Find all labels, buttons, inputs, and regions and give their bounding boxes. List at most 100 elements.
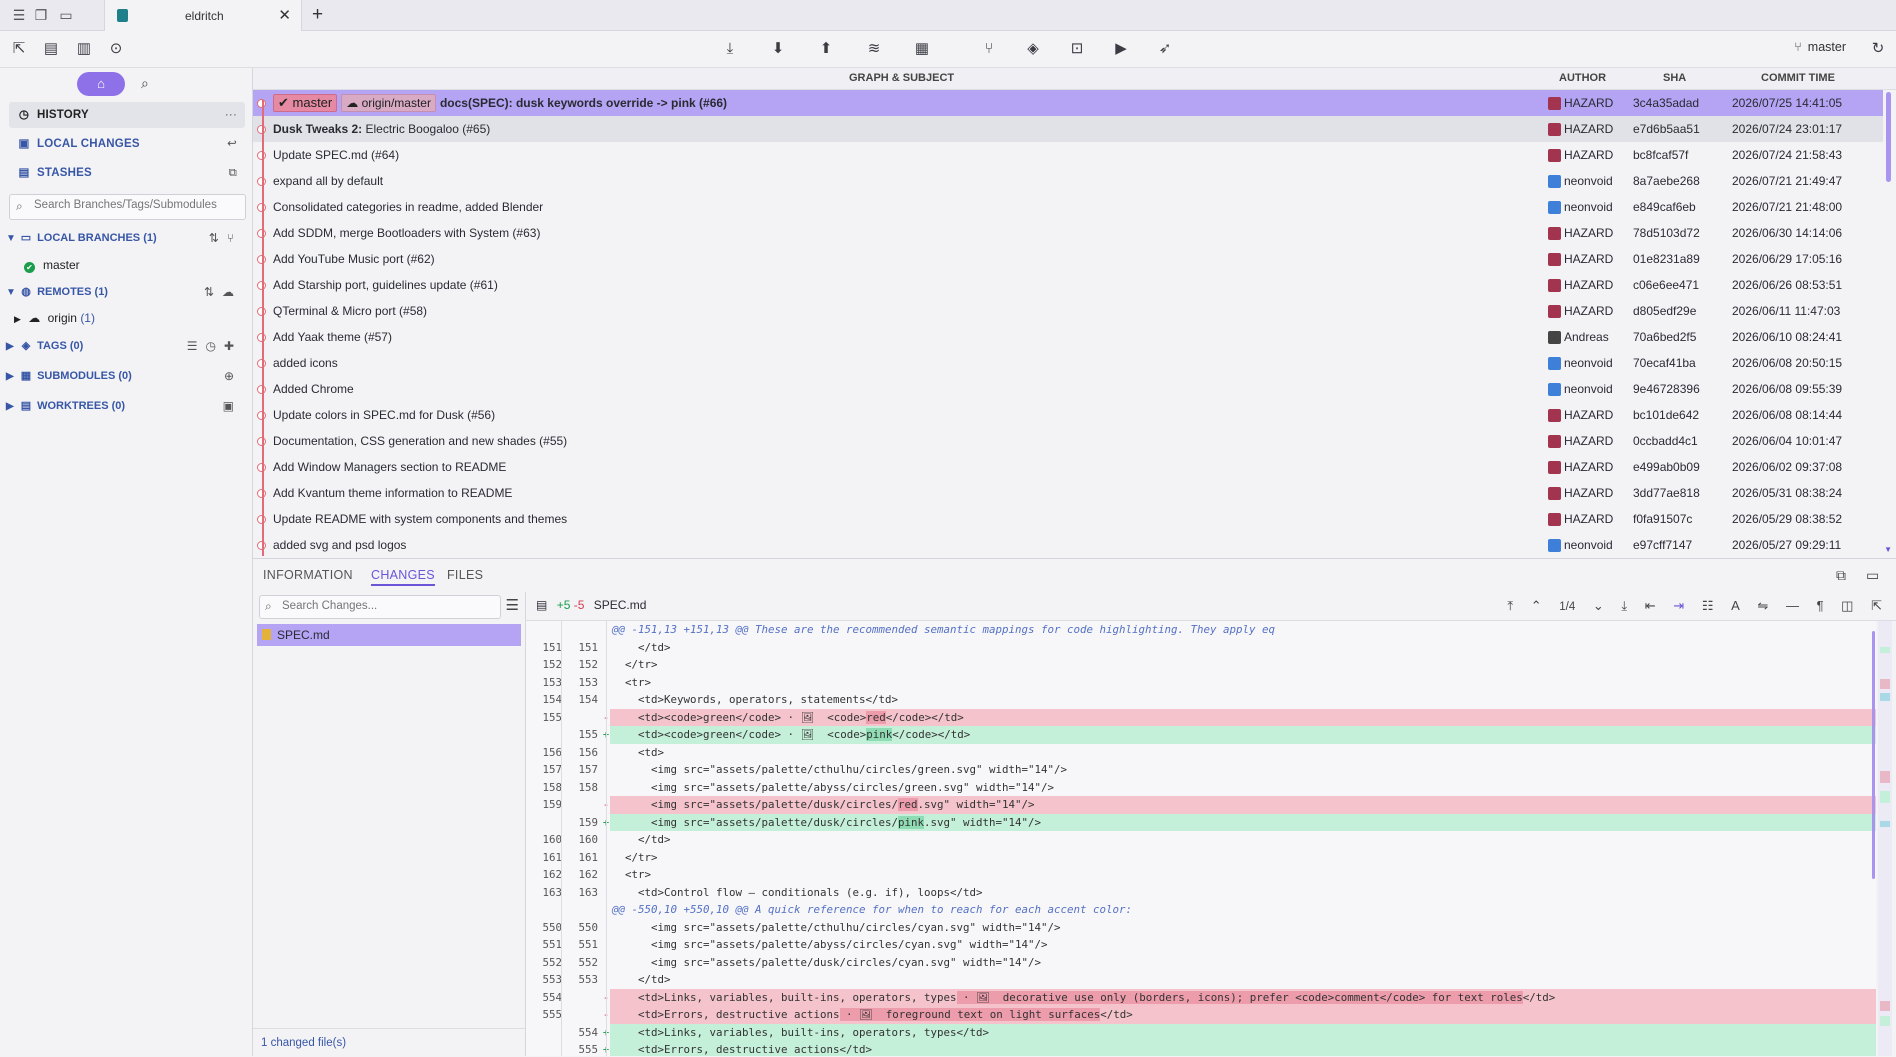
tab-eldritch[interactable]: eldritch ✕ xyxy=(104,0,302,31)
nav-history[interactable]: ◷ HISTORY ··· xyxy=(9,102,245,128)
run-icon[interactable]: ▶ xyxy=(1111,39,1131,59)
current-branch[interactable]: ⑂ master xyxy=(1794,40,1846,54)
section-worktrees[interactable]: ▶ ▤ WORKTREES (0) ▣ xyxy=(6,395,246,417)
commit-row[interactable]: Add Window Managers section to README HAZ… xyxy=(253,454,1883,480)
commit-row[interactable]: Update SPEC.md (#64) HAZARD bc8fcaf57f 2026… xyxy=(253,142,1883,168)
branch-master[interactable]: ✔ master xyxy=(24,258,80,273)
statistics-icon[interactable]: ▥ xyxy=(74,39,94,59)
fetch-icon[interactable]: ⤓ xyxy=(720,39,740,59)
commit-row[interactable]: expand all by default neonvoid 8a7aebe268 2… xyxy=(253,168,1883,194)
panel-icon[interactable]: ▭ xyxy=(1866,567,1879,584)
column-sha[interactable]: SHA xyxy=(1663,72,1686,84)
ref-local-branch[interactable]: ✔ master xyxy=(273,94,338,112)
word-diff-icon[interactable]: ⇋ xyxy=(1757,598,1768,614)
commit-row[interactable]: Add Yaak theme (#57) Andreas 70a6bed2f5 202… xyxy=(253,324,1883,350)
section-local-branches[interactable]: ▼ ▭ LOCAL BRANCHES (1) ⇅⑂ xyxy=(6,227,246,249)
stash-icon[interactable]: ≋ xyxy=(864,39,884,59)
commit-row[interactable]: added svg and psd logos neonvoid e97cff714… xyxy=(253,532,1883,556)
section-remotes[interactable]: ▼ ◍ REMOTES (1) ⇅☁ xyxy=(6,281,246,303)
apply-icon[interactable]: ▦ xyxy=(912,39,932,59)
diff-minimap[interactable] xyxy=(1878,621,1892,1056)
commit-row[interactable]: Consolidated categories in readme, added… xyxy=(253,194,1883,220)
sort-icon[interactable]: ⇅ xyxy=(209,231,227,245)
commit-row[interactable]: Documentation, CSS generation and new sh… xyxy=(253,428,1883,454)
last-change-icon[interactable]: ⤓ xyxy=(1621,598,1627,614)
search-commit-icon[interactable]: ⊡ xyxy=(1067,39,1087,59)
commit-scrollbar[interactable] xyxy=(1886,92,1891,182)
column-graph-subject[interactable]: GRAPH & SUBJECT xyxy=(849,72,954,84)
side-by-side-icon[interactable]: ◫ xyxy=(1841,598,1853,614)
commit-row[interactable]: ✔ master ☁ origin/master docs(SPEC): dusk … xyxy=(253,90,1883,116)
nav-local-changes[interactable]: ▣ LOCAL CHANGES ↩ xyxy=(9,131,245,157)
branch-icon[interactable]: ⑂ xyxy=(979,39,999,59)
launch-icon[interactable]: ➶ xyxy=(1155,39,1175,59)
sync-icon[interactable]: ↻ xyxy=(1868,39,1888,59)
add-tag-icon[interactable]: ✚ xyxy=(224,339,242,353)
stash-action-icon[interactable]: ⧉ xyxy=(229,160,237,186)
paragraph-icon[interactable]: ¶ xyxy=(1817,598,1824,613)
discard-icon[interactable]: ↩ xyxy=(227,131,237,157)
next-change-icon[interactable]: ⌄ xyxy=(1593,598,1604,614)
add-remote-icon[interactable]: ☁ xyxy=(222,285,242,299)
terminal-icon[interactable]: ▤ xyxy=(41,39,61,59)
commit-row[interactable]: Update README with system components and… xyxy=(253,506,1883,532)
tab-changes[interactable]: CHANGES xyxy=(371,568,435,586)
menu-icon[interactable]: ☰ xyxy=(11,7,27,23)
branch-search[interactable]: ⌕ xyxy=(9,194,246,220)
section-tags[interactable]: ▶ ◈ TAGS (0) ☰◷✚ xyxy=(6,335,246,357)
commit-row[interactable]: Add SDDM, merge Bootloaders with System … xyxy=(253,220,1883,246)
commit-row[interactable]: Add Starship port, guidelines update (#6… xyxy=(253,272,1883,298)
changes-search[interactable]: ⌕ xyxy=(259,595,501,619)
nav-stashes[interactable]: ▤ STASHES ⧉ xyxy=(9,160,245,186)
tag-icon[interactable]: ◈ xyxy=(1023,39,1043,59)
changed-file-item[interactable]: SPEC.md xyxy=(257,624,521,646)
settings-icon[interactable]: ⊙ xyxy=(106,39,126,59)
column-author[interactable]: AUTHOR xyxy=(1559,72,1606,84)
section-submodules[interactable]: ▶ ▦ SUBMODULES (0) ⊕ xyxy=(6,365,246,387)
commit-row[interactable]: Add YouTube Music port (#62) HAZARD 01e823… xyxy=(253,246,1883,272)
tab-information[interactable]: INFORMATION xyxy=(263,568,353,582)
scroll-down-icon[interactable]: ▼ xyxy=(1884,545,1892,554)
diff-scrollbar[interactable] xyxy=(1872,631,1875,879)
branch-search-input[interactable] xyxy=(32,198,241,212)
ref-remote-branch[interactable]: ☁ origin/master xyxy=(341,94,436,112)
diff-view[interactable]: @@ -151,13 +151,13 @@ These are the reco… xyxy=(526,621,1876,1056)
open-external-icon[interactable]: ⇱ xyxy=(1871,598,1882,614)
column-commit-time[interactable]: COMMIT TIME xyxy=(1761,72,1835,84)
sort-icon[interactable]: ⇅ xyxy=(204,285,222,299)
pull-icon[interactable]: ⬇ xyxy=(768,39,788,59)
more-icon[interactable]: ··· xyxy=(225,102,237,128)
home-button[interactable]: ⌂ xyxy=(77,72,125,96)
open-external-icon[interactable]: ⇱ xyxy=(9,39,29,59)
font-icon[interactable]: A xyxy=(1731,598,1740,613)
new-branch-icon[interactable]: ⑂ xyxy=(227,231,242,245)
whitespace-icon[interactable]: — xyxy=(1786,598,1799,613)
prev-change-icon[interactable]: ⌃ xyxy=(1531,598,1542,614)
commit-row[interactable]: added icons neonvoid 70ecaf41ba 2026/06/08 … xyxy=(253,350,1883,376)
remote-origin[interactable]: ▶ ☁ origin (1) xyxy=(14,311,95,325)
menu-icon[interactable]: ☰ xyxy=(506,596,519,614)
increase-context-icon[interactable]: ⇥ xyxy=(1673,598,1684,614)
line-numbers-icon[interactable]: ☷ xyxy=(1702,598,1714,614)
add-tab-button[interactable]: + xyxy=(312,4,323,26)
commit-row[interactable]: Update colors in SPEC.md for Dusk (#56) H… xyxy=(253,402,1883,428)
commit-list[interactable]: ✔ master ☁ origin/master docs(SPEC): dusk … xyxy=(253,90,1883,556)
commit-row[interactable]: Add Kvantum theme information to README H… xyxy=(253,480,1883,506)
changes-search-input[interactable] xyxy=(280,599,494,613)
commit-row[interactable]: Dusk Tweaks 2: Electric Boogaloo (#65) HA… xyxy=(253,116,1883,142)
filter-icon[interactable]: ◷ xyxy=(205,339,223,353)
decrease-context-icon[interactable]: ⇤ xyxy=(1645,598,1656,614)
layout-swap-icon[interactable]: ⧉ xyxy=(1836,567,1846,584)
commit-row[interactable]: QTerminal & Micro port (#58) HAZARD d805ed… xyxy=(253,298,1883,324)
tab-list-icon[interactable]: ▭ xyxy=(58,7,74,23)
windows-icon[interactable]: ❐ xyxy=(33,7,49,23)
tab-files[interactable]: FILES xyxy=(447,568,483,582)
search-icon[interactable]: ⌕ xyxy=(141,75,149,92)
list-icon[interactable]: ☰ xyxy=(187,339,206,353)
close-icon[interactable]: ✕ xyxy=(278,6,291,24)
add-submodule-icon[interactable]: ⊕ xyxy=(224,369,242,383)
first-change-icon[interactable]: ⤒ xyxy=(1507,598,1513,614)
commit-row[interactable]: Added Chrome neonvoid 9e46728396 2026/06/08… xyxy=(253,376,1883,402)
add-worktree-icon[interactable]: ▣ xyxy=(223,399,242,413)
push-icon[interactable]: ⬆ xyxy=(816,39,836,59)
